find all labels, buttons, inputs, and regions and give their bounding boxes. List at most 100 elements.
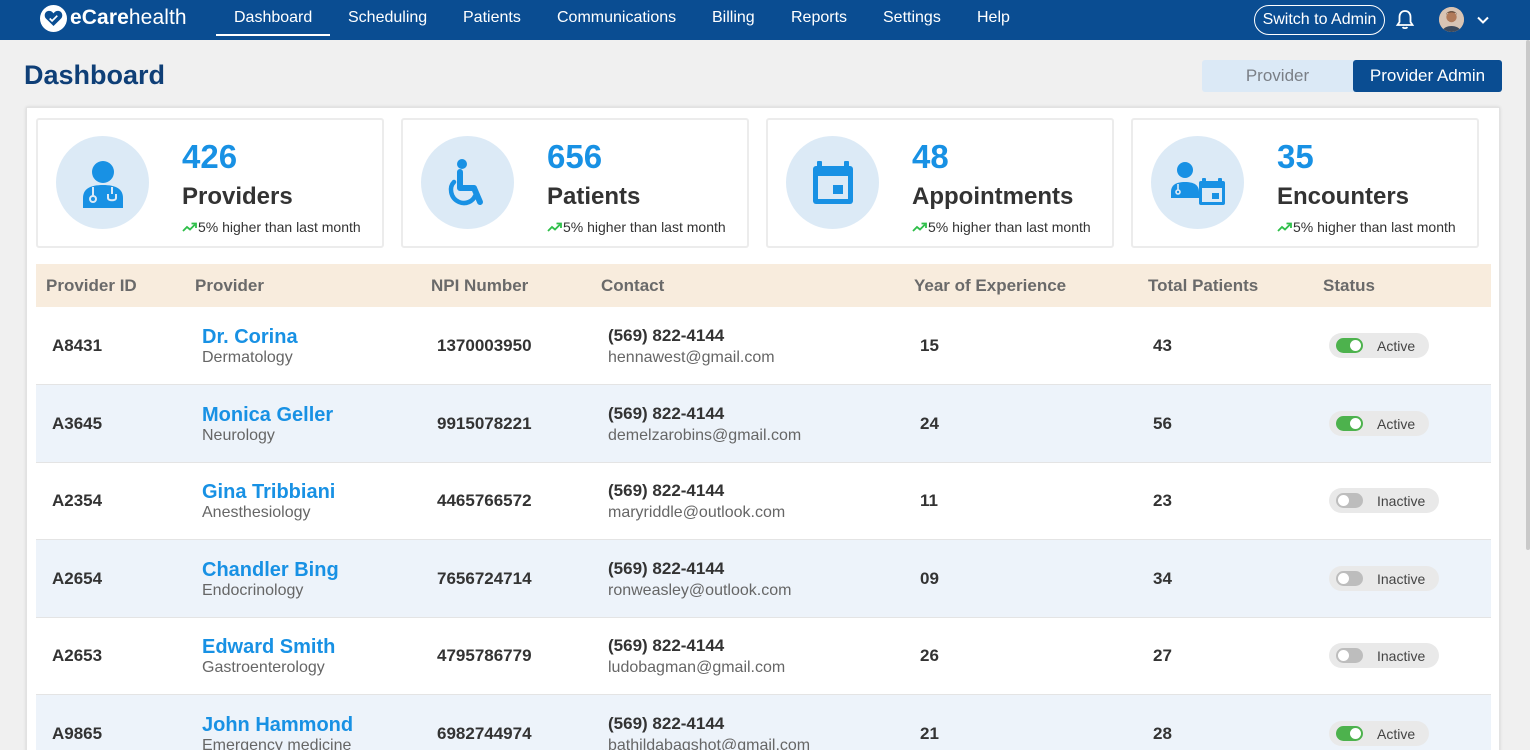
nav-help[interactable]: Help [977, 0, 1010, 36]
cell-total-patients: 34 [1153, 569, 1172, 588]
table-row[interactable]: A2354 Gina Tribbiani Anesthesiology 4465… [36, 462, 1491, 540]
provider-name-link[interactable]: Monica Geller [202, 404, 333, 427]
switch-to-admin-button[interactable]: Switch to Admin [1254, 5, 1385, 35]
dashboard-panel: 426 Providers 5% higher than last month … [26, 107, 1500, 750]
table-row[interactable]: A9865 John Hammond Emergency medicine 69… [36, 695, 1491, 750]
status-toggle[interactable]: Active [1329, 333, 1430, 358]
provider-name-link[interactable]: John Hammond [202, 714, 353, 737]
stat-label: Encounters [1277, 183, 1410, 210]
toggle-switch[interactable] [1336, 726, 1363, 741]
nav-settings[interactable]: Settings [883, 0, 941, 36]
stat-icon-circle [786, 136, 879, 229]
col-provider[interactable]: Provider [195, 264, 264, 307]
cell-npi: 7656724714 [437, 569, 532, 588]
status-toggle[interactable]: Inactive [1329, 488, 1440, 513]
contact-phone: (569) 822-4144 [608, 326, 725, 345]
cell-provider-id: A2354 [52, 491, 103, 510]
provider-name-link[interactable]: Edward Smith [202, 636, 335, 659]
col-npi-number[interactable]: NPI Number [431, 264, 528, 307]
stat-value: 426 [182, 138, 238, 175]
status-toggle[interactable]: Inactive [1329, 566, 1440, 591]
contact-email: ronweasley@outlook.com [608, 582, 792, 599]
contact-email: ludobagman@gmail.com [608, 659, 786, 676]
provider-specialty: Neurology [202, 427, 275, 444]
stat-icon-circle [1151, 136, 1244, 229]
status-label: Active [1377, 415, 1416, 432]
stat-trend-text: 5% higher than last month [928, 219, 1091, 235]
chevron-down-icon[interactable] [1475, 12, 1491, 28]
cell-total-patients: 28 [1153, 724, 1172, 743]
provider-specialty: Endocrinology [202, 582, 304, 599]
bell-icon[interactable] [1395, 9, 1415, 31]
cell-npi: 9915078221 [437, 414, 532, 433]
cell-provider-id: A8431 [52, 336, 103, 355]
col-provider-id[interactable]: Provider ID [46, 264, 137, 307]
cell-provider-id: A3645 [52, 414, 103, 433]
provider-name-link[interactable]: Gina Tribbiani [202, 481, 335, 504]
provider-name-link[interactable]: Chandler Bing [202, 559, 339, 582]
provider-name-link[interactable]: Dr. Corina [202, 326, 298, 349]
role-provider-tab[interactable]: Provider [1202, 60, 1353, 92]
stat-value: 35 [1277, 138, 1314, 175]
cell-experience: 21 [920, 724, 939, 743]
toggle-switch[interactable] [1336, 648, 1363, 663]
cell-provider-id: A2653 [52, 646, 103, 665]
toggle-switch[interactable] [1336, 338, 1363, 353]
status-toggle[interactable]: Active [1329, 721, 1430, 746]
table-row[interactable]: A2654 Chandler Bing Endocrinology 765672… [36, 540, 1491, 618]
stat-label: Providers [182, 183, 293, 210]
col-contact[interactable]: Contact [601, 264, 664, 307]
stat-trend-text: 5% higher than last month [563, 219, 726, 235]
contact-email: hennawest@gmail.com [608, 349, 775, 366]
toggle-switch[interactable] [1336, 416, 1363, 431]
cell-experience: 15 [920, 336, 939, 355]
trend-up-icon [912, 222, 927, 232]
stat-label: Appointments [912, 183, 1074, 210]
status-toggle[interactable]: Active [1329, 411, 1430, 436]
col-status[interactable]: Status [1323, 264, 1375, 307]
nav-reports[interactable]: Reports [791, 0, 847, 36]
provider-icon [82, 160, 123, 208]
heart-logo-icon [40, 4, 67, 32]
cell-experience: 26 [920, 646, 939, 665]
stat-card-patients: 656 Patients 5% higher than last month [401, 118, 749, 248]
cell-npi: 6982744974 [437, 724, 532, 743]
table-row[interactable]: A2653 Edward Smith Gastroenterology 4795… [36, 617, 1491, 695]
calendar-icon [812, 160, 853, 204]
status-toggle[interactable]: Inactive [1329, 643, 1440, 668]
nav-billing[interactable]: Billing [712, 0, 755, 36]
provider-specialty: Dermatology [202, 349, 293, 366]
trend-up-icon [182, 222, 197, 232]
stat-value: 656 [547, 138, 603, 175]
stat-icon-circle [56, 136, 149, 229]
contact-email: maryriddle@outlook.com [608, 504, 786, 521]
stat-trend: 5% higher than last month [1277, 219, 1456, 235]
stat-label: Patients [547, 183, 641, 210]
toggle-switch[interactable] [1336, 571, 1363, 586]
nav-patients[interactable]: Patients [463, 0, 521, 36]
col-year-of-experience[interactable]: Year of Experience [914, 264, 1066, 307]
provider-specialty: Anesthesiology [202, 504, 311, 521]
encounter-icon [1170, 161, 1225, 205]
cell-total-patients: 43 [1153, 336, 1172, 355]
status-label: Inactive [1377, 570, 1426, 587]
brand-logo[interactable]: eCarehealth [40, 4, 187, 32]
toggle-switch[interactable] [1336, 493, 1363, 508]
nav-communications[interactable]: Communications [557, 0, 676, 36]
stat-trend: 5% higher than last month [547, 219, 726, 235]
table-row[interactable]: A8431 Dr. Corina Dermatology 1370003950 … [36, 307, 1491, 385]
brand-name: eCarehealth [70, 6, 187, 29]
nav-dashboard[interactable]: Dashboard [216, 0, 331, 36]
role-provider-admin-tab[interactable]: Provider Admin [1353, 60, 1502, 92]
cell-npi: 4795786779 [437, 646, 532, 665]
nav-scheduling[interactable]: Scheduling [348, 0, 427, 36]
page-scrollbar[interactable] [1526, 40, 1530, 550]
contact-phone: (569) 822-4144 [608, 636, 725, 655]
stat-card-providers: 426 Providers 5% higher than last month [36, 118, 384, 248]
col-total-patients[interactable]: Total Patients [1148, 264, 1258, 307]
status-label: Inactive [1377, 647, 1426, 664]
provider-specialty: Gastroenterology [202, 659, 325, 676]
table-row[interactable]: A3645 Monica Geller Neurology 9915078221… [36, 385, 1491, 463]
provider-specialty: Emergency medicine [202, 737, 352, 750]
user-avatar[interactable] [1439, 7, 1464, 32]
